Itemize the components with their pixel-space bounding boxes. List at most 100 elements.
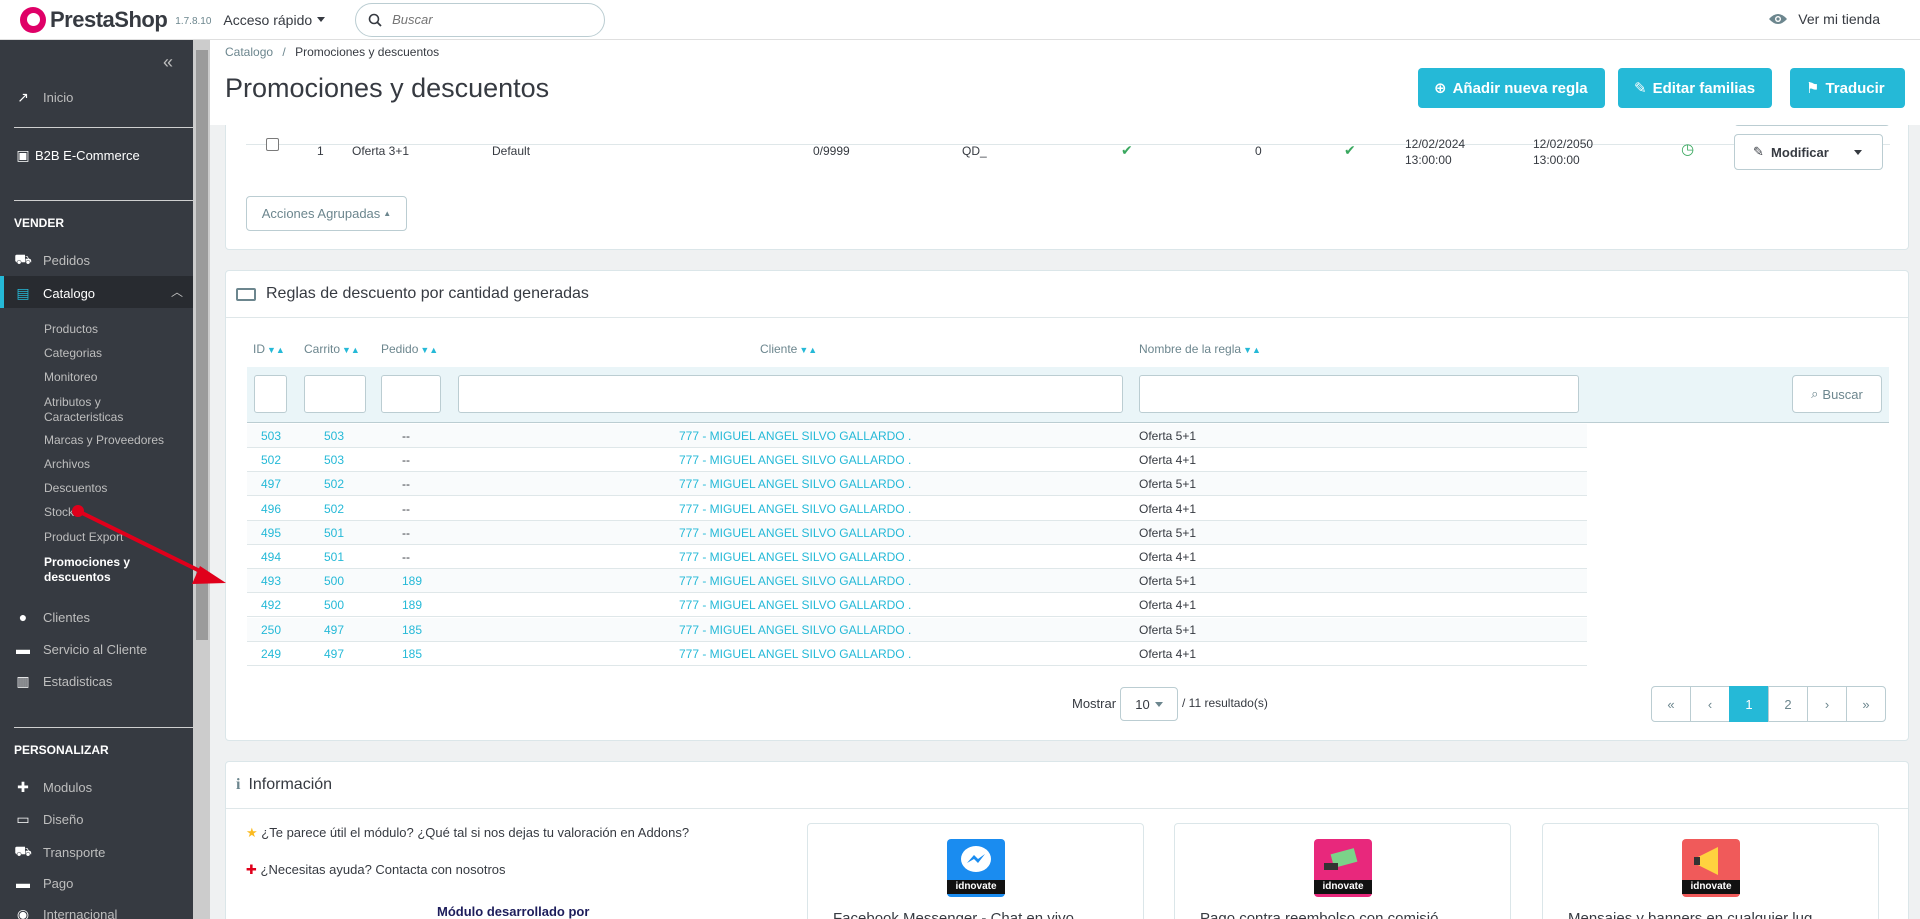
table-row[interactable]: 250 497 185 777 - MIGUEL ANGEL SILVO GALLAR… bbox=[247, 617, 1587, 642]
edit-families-button[interactable]: ✎ Editar familias bbox=[1618, 68, 1772, 108]
sidebar-sub-brands[interactable]: Marcas y Proveedores bbox=[44, 433, 164, 448]
cell-cart[interactable]: 497 bbox=[324, 623, 344, 637]
sidebar-item-design[interactable]: ▭ Diseño bbox=[14, 811, 83, 828]
cell-customer[interactable]: 777 - MIGUEL ANGEL SILVO GALLARDO . bbox=[679, 574, 911, 588]
table-row[interactable]: 497 502 -- 777 - MIGUEL ANGEL SILVO GALLARD… bbox=[247, 472, 1587, 497]
filter-id-input[interactable] bbox=[254, 375, 287, 413]
sort-icon[interactable]: ▼▲ bbox=[1243, 345, 1261, 355]
cell-order[interactable]: 185 bbox=[402, 647, 422, 661]
cell-id[interactable]: 496 bbox=[261, 502, 281, 516]
cell-cart[interactable]: 500 bbox=[324, 598, 344, 612]
cell-customer[interactable]: 777 - MIGUEL ANGEL SILVO GALLARDO . bbox=[679, 623, 911, 637]
cell-customer[interactable]: 777 - MIGUEL ANGEL SILVO GALLARDO . bbox=[679, 453, 911, 467]
cell-id[interactable]: 494 bbox=[261, 550, 281, 564]
view-store-link[interactable]: Ver mi tienda bbox=[1768, 11, 1880, 27]
cell-cart[interactable]: 502 bbox=[324, 502, 344, 516]
sidebar-item-international[interactable]: ◉ Internacional bbox=[14, 906, 118, 919]
col-header-customer[interactable]: Cliente ▼▲ bbox=[760, 342, 817, 356]
breadcrumb-catalog[interactable]: Catalogo bbox=[225, 45, 273, 59]
search-input[interactable] bbox=[392, 12, 583, 27]
cell-order[interactable]: 185 bbox=[402, 623, 422, 637]
cell-cart[interactable]: 503 bbox=[324, 429, 344, 443]
sidebar-sub-files[interactable]: Archivos bbox=[44, 457, 90, 472]
table-row[interactable]: 492 500 189 777 - MIGUEL ANGEL SILVO GALLAR… bbox=[247, 593, 1587, 618]
cell-id[interactable]: 503 bbox=[261, 429, 281, 443]
sidebar-sub-monitoring[interactable]: Monitoreo bbox=[44, 370, 97, 385]
cell-id[interactable]: 502 bbox=[261, 453, 281, 467]
sidebar-item-catalog[interactable]: ▤ Catalogo bbox=[14, 285, 95, 302]
cell-customer[interactable]: 777 - MIGUEL ANGEL SILVO GALLARDO . bbox=[679, 477, 911, 491]
sidebar-sub-promotions[interactable]: Promociones y descuentos bbox=[44, 555, 154, 585]
cell-id[interactable]: 493 bbox=[261, 574, 281, 588]
contact-link[interactable]: ✚ ¿Necesitas ayuda? Contacta con nosotro… bbox=[246, 862, 506, 878]
checkbox[interactable] bbox=[266, 138, 279, 151]
sort-icon[interactable]: ▼▲ bbox=[342, 345, 360, 355]
rate-module-link[interactable]: ★ ¿Te parece útil el módulo? ¿Qué tal si… bbox=[246, 825, 689, 841]
sort-icon[interactable]: ▼▲ bbox=[799, 345, 817, 355]
chevron-down-icon[interactable] bbox=[1853, 149, 1862, 155]
table-row[interactable]: 496 502 -- 777 - MIGUEL ANGEL SILVO GALLARD… bbox=[247, 497, 1587, 521]
sidebar-item-b2b[interactable]: ▣ B2B E-Commerce bbox=[14, 147, 139, 164]
collapse-sidebar-icon[interactable]: « bbox=[163, 52, 173, 73]
sidebar-sub-discounts[interactable]: Descuentos bbox=[44, 481, 107, 496]
add-rule-button[interactable]: ⊕ Añadir nueva regla bbox=[1418, 68, 1605, 108]
sidebar-item-payment[interactable]: ▬ Pago bbox=[14, 875, 73, 891]
cell-id[interactable]: 250 bbox=[261, 623, 281, 637]
cell-order[interactable]: 189 bbox=[402, 574, 422, 588]
sidebar-sub-categories[interactable]: Categorias bbox=[44, 346, 102, 361]
filter-customer-input[interactable] bbox=[458, 375, 1123, 413]
pagination-first[interactable]: « bbox=[1651, 686, 1691, 722]
sidebar-item-customers[interactable]: ● Clientes bbox=[14, 609, 90, 625]
search-button[interactable]: ⌕ Buscar bbox=[1792, 375, 1882, 413]
addon-card-banners[interactable]: idnovate Mensajes y banners en cualquier… bbox=[1542, 823, 1879, 919]
cell-customer[interactable]: 777 - MIGUEL ANGEL SILVO GALLARDO . bbox=[679, 647, 911, 661]
sort-icon[interactable]: ▼▲ bbox=[267, 345, 285, 355]
table-row[interactable]: 502 503 -- 777 - MIGUEL ANGEL SILVO GALLARD… bbox=[247, 448, 1587, 473]
sidebar-item-customer-service[interactable]: ▬ Servicio al Cliente bbox=[14, 641, 147, 657]
table-row[interactable]: 495 501 -- 777 - MIGUEL ANGEL SILVO GALLARD… bbox=[247, 520, 1587, 545]
table-row[interactable]: 249 497 185 777 - MIGUEL ANGEL SILVO GALLAR… bbox=[247, 642, 1587, 666]
bulk-actions-button[interactable]: Acciones Agrupadas ▲ bbox=[246, 196, 407, 231]
cell-id[interactable]: 492 bbox=[261, 598, 281, 612]
cell-cart[interactable]: 502 bbox=[324, 477, 344, 491]
col-header-order[interactable]: Pedido ▼▲ bbox=[381, 342, 438, 356]
col-header-cart[interactable]: Carrito ▼▲ bbox=[304, 342, 360, 356]
filter-cart-input[interactable] bbox=[304, 375, 366, 413]
sidebar-scrollbar-thumb[interactable] bbox=[196, 50, 208, 640]
search-box[interactable] bbox=[355, 2, 606, 37]
col-header-rule-name[interactable]: Nombre de la regla ▼▲ bbox=[1139, 342, 1261, 356]
translate-button[interactable]: ⚑ Traducir bbox=[1790, 68, 1905, 108]
addon-card-cod[interactable]: idnovate Pago contra reembolso con comis… bbox=[1174, 823, 1511, 919]
cell-id[interactable]: 495 bbox=[261, 526, 281, 540]
pagination-last[interactable]: » bbox=[1846, 686, 1886, 722]
filter-rule-name-input[interactable] bbox=[1139, 375, 1579, 413]
pagination-page-2[interactable]: 2 bbox=[1768, 686, 1808, 722]
sidebar-item-orders[interactable]: ⛟ Pedidos bbox=[14, 251, 90, 270]
per-page-select[interactable]: 10 bbox=[1120, 687, 1178, 721]
pagination-next[interactable]: › bbox=[1807, 686, 1847, 722]
sidebar-sub-product-export[interactable]: Product Export bbox=[44, 530, 123, 545]
table-row[interactable]: 494 501 -- 777 - MIGUEL ANGEL SILVO GALLARD… bbox=[247, 545, 1587, 569]
sidebar-item-home[interactable]: ↗ Inicio bbox=[14, 89, 73, 106]
table-row[interactable]: 503 503 -- 777 - MIGUEL ANGEL SILVO GALLARD… bbox=[247, 424, 1587, 448]
row-select-checkbox[interactable] bbox=[266, 138, 279, 154]
cell-customer[interactable]: 777 - MIGUEL ANGEL SILVO GALLARDO . bbox=[679, 550, 911, 564]
cell-customer[interactable]: 777 - MIGUEL ANGEL SILVO GALLARDO . bbox=[679, 526, 911, 540]
sidebar-sub-stock[interactable]: Stock bbox=[44, 505, 74, 520]
cell-customer[interactable]: 777 - MIGUEL ANGEL SILVO GALLARDO . bbox=[679, 598, 911, 612]
sidebar-item-stats[interactable]: ▥ Estadisticas bbox=[14, 673, 112, 690]
table-row[interactable]: 493 500 189 777 - MIGUEL ANGEL SILVO GALLAR… bbox=[247, 569, 1587, 594]
cell-cart[interactable]: 501 bbox=[324, 550, 344, 564]
sidebar-sub-products[interactable]: Productos bbox=[44, 322, 98, 337]
chevron-up-icon[interactable]: ︿ bbox=[171, 283, 183, 300]
filter-order-input[interactable] bbox=[381, 375, 441, 413]
cell-cart[interactable]: 501 bbox=[324, 526, 344, 540]
cell-cart[interactable]: 500 bbox=[324, 574, 344, 588]
cell-customer[interactable]: 777 - MIGUEL ANGEL SILVO GALLARDO . bbox=[679, 429, 911, 443]
cell-id[interactable]: 497 bbox=[261, 477, 281, 491]
cell-customer[interactable]: 777 - MIGUEL ANGEL SILVO GALLARDO . bbox=[679, 502, 911, 516]
modify-button[interactable]: ✎ Modificar bbox=[1734, 134, 1883, 170]
sidebar-item-shipping[interactable]: ⛟ Transporte bbox=[14, 843, 105, 862]
cell-cart[interactable]: 503 bbox=[324, 453, 344, 467]
cell-cart[interactable]: 497 bbox=[324, 647, 344, 661]
